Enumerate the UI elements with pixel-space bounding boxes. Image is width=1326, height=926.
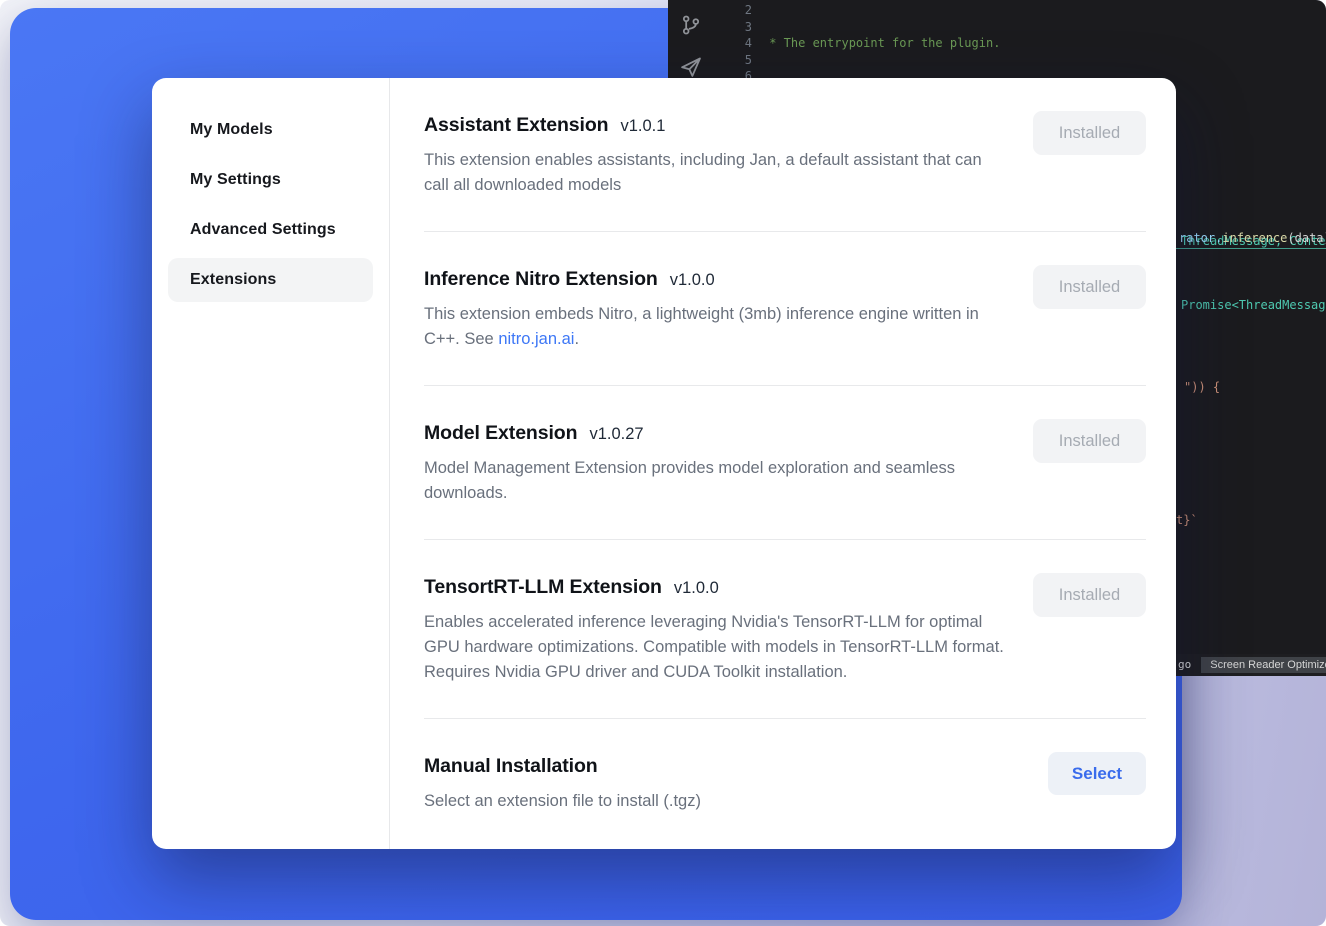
manual-installation-row: Manual Installation Select an extension … <box>424 719 1146 835</box>
extension-description: Model Management Extension provides mode… <box>424 456 1004 506</box>
nitro-jan-ai-link[interactable]: nitro.jan.ai <box>498 330 574 348</box>
line-number: 2 <box>726 2 752 19</box>
extension-name: Inference Nitro Extension <box>424 265 658 293</box>
code-fragment: ")) { <box>1184 379 1220 396</box>
settings-modal: My Models My Settings Advanced Settings … <box>152 78 1176 849</box>
extension-description: Enables accelerated inference leveraging… <box>424 610 1004 685</box>
line-number: 4 <box>726 35 752 52</box>
sidebar-item-extensions[interactable]: Extensions <box>168 258 373 302</box>
code-fragment: rator.inference(data)); <box>1179 230 1326 247</box>
line-number-gutter: 2 3 4 5 6 <box>726 2 752 85</box>
extension-name: TensortRT-LLM Extension <box>424 573 662 601</box>
extension-version: v1.0.27 <box>589 425 643 444</box>
extension-version: v1.0.0 <box>674 579 719 598</box>
source-control-icon[interactable] <box>680 14 702 36</box>
manual-installation-description: Select an extension file to install (.tg… <box>424 789 701 814</box>
sidebar-item-my-settings[interactable]: My Settings <box>168 158 373 202</box>
extension-name: Assistant Extension <box>424 111 608 139</box>
settings-sidebar: My Models My Settings Advanced Settings … <box>152 78 390 849</box>
sidebar-item-my-models[interactable]: My Models <box>168 108 373 152</box>
installed-button[interactable]: Installed <box>1033 419 1146 463</box>
extension-row-tensorrt: TensortRT-LLM Extension v1.0.0 Enables a… <box>424 540 1146 719</box>
extension-description: This extension embeds Nitro, a lightweig… <box>424 302 1004 352</box>
send-icon[interactable] <box>680 56 702 78</box>
manual-installation-title: Manual Installation <box>424 752 598 780</box>
extension-name: Model Extension <box>424 419 577 447</box>
extension-row-model: Model Extension v1.0.27 Model Management… <box>424 386 1146 540</box>
installed-button[interactable]: Installed <box>1033 573 1146 617</box>
installed-button[interactable]: Installed <box>1033 111 1146 155</box>
extension-row-nitro: Inference Nitro Extension v1.0.0 This ex… <box>424 232 1146 386</box>
extension-version: v1.0.1 <box>620 117 665 136</box>
desktop: 2 3 4 5 6 * The entrypoint for the plugi… <box>0 0 1326 926</box>
installed-button[interactable]: Installed <box>1033 265 1146 309</box>
code-line: * The entrypoint for the plugin. <box>762 35 1326 52</box>
code-fragment: t}` <box>1176 512 1198 529</box>
extensions-panel: Assistant Extension v1.0.1 This extensio… <box>390 78 1176 849</box>
screen-reader-optimized-button[interactable]: Screen Reader Optimized <box>1201 657 1326 673</box>
extension-version: v1.0.0 <box>670 271 715 290</box>
line-number: 5 <box>726 52 752 69</box>
code-fragment: Promise<ThreadMessage> <box>1181 297 1326 314</box>
line-number: 3 <box>726 19 752 36</box>
extension-row-assistant: Assistant Extension v1.0.1 This extensio… <box>424 78 1146 232</box>
status-text: go <box>1178 657 1191 674</box>
extension-description: This extension enables assistants, inclu… <box>424 148 1004 198</box>
sidebar-item-advanced-settings[interactable]: Advanced Settings <box>168 208 373 252</box>
select-file-button[interactable]: Select <box>1048 752 1146 795</box>
